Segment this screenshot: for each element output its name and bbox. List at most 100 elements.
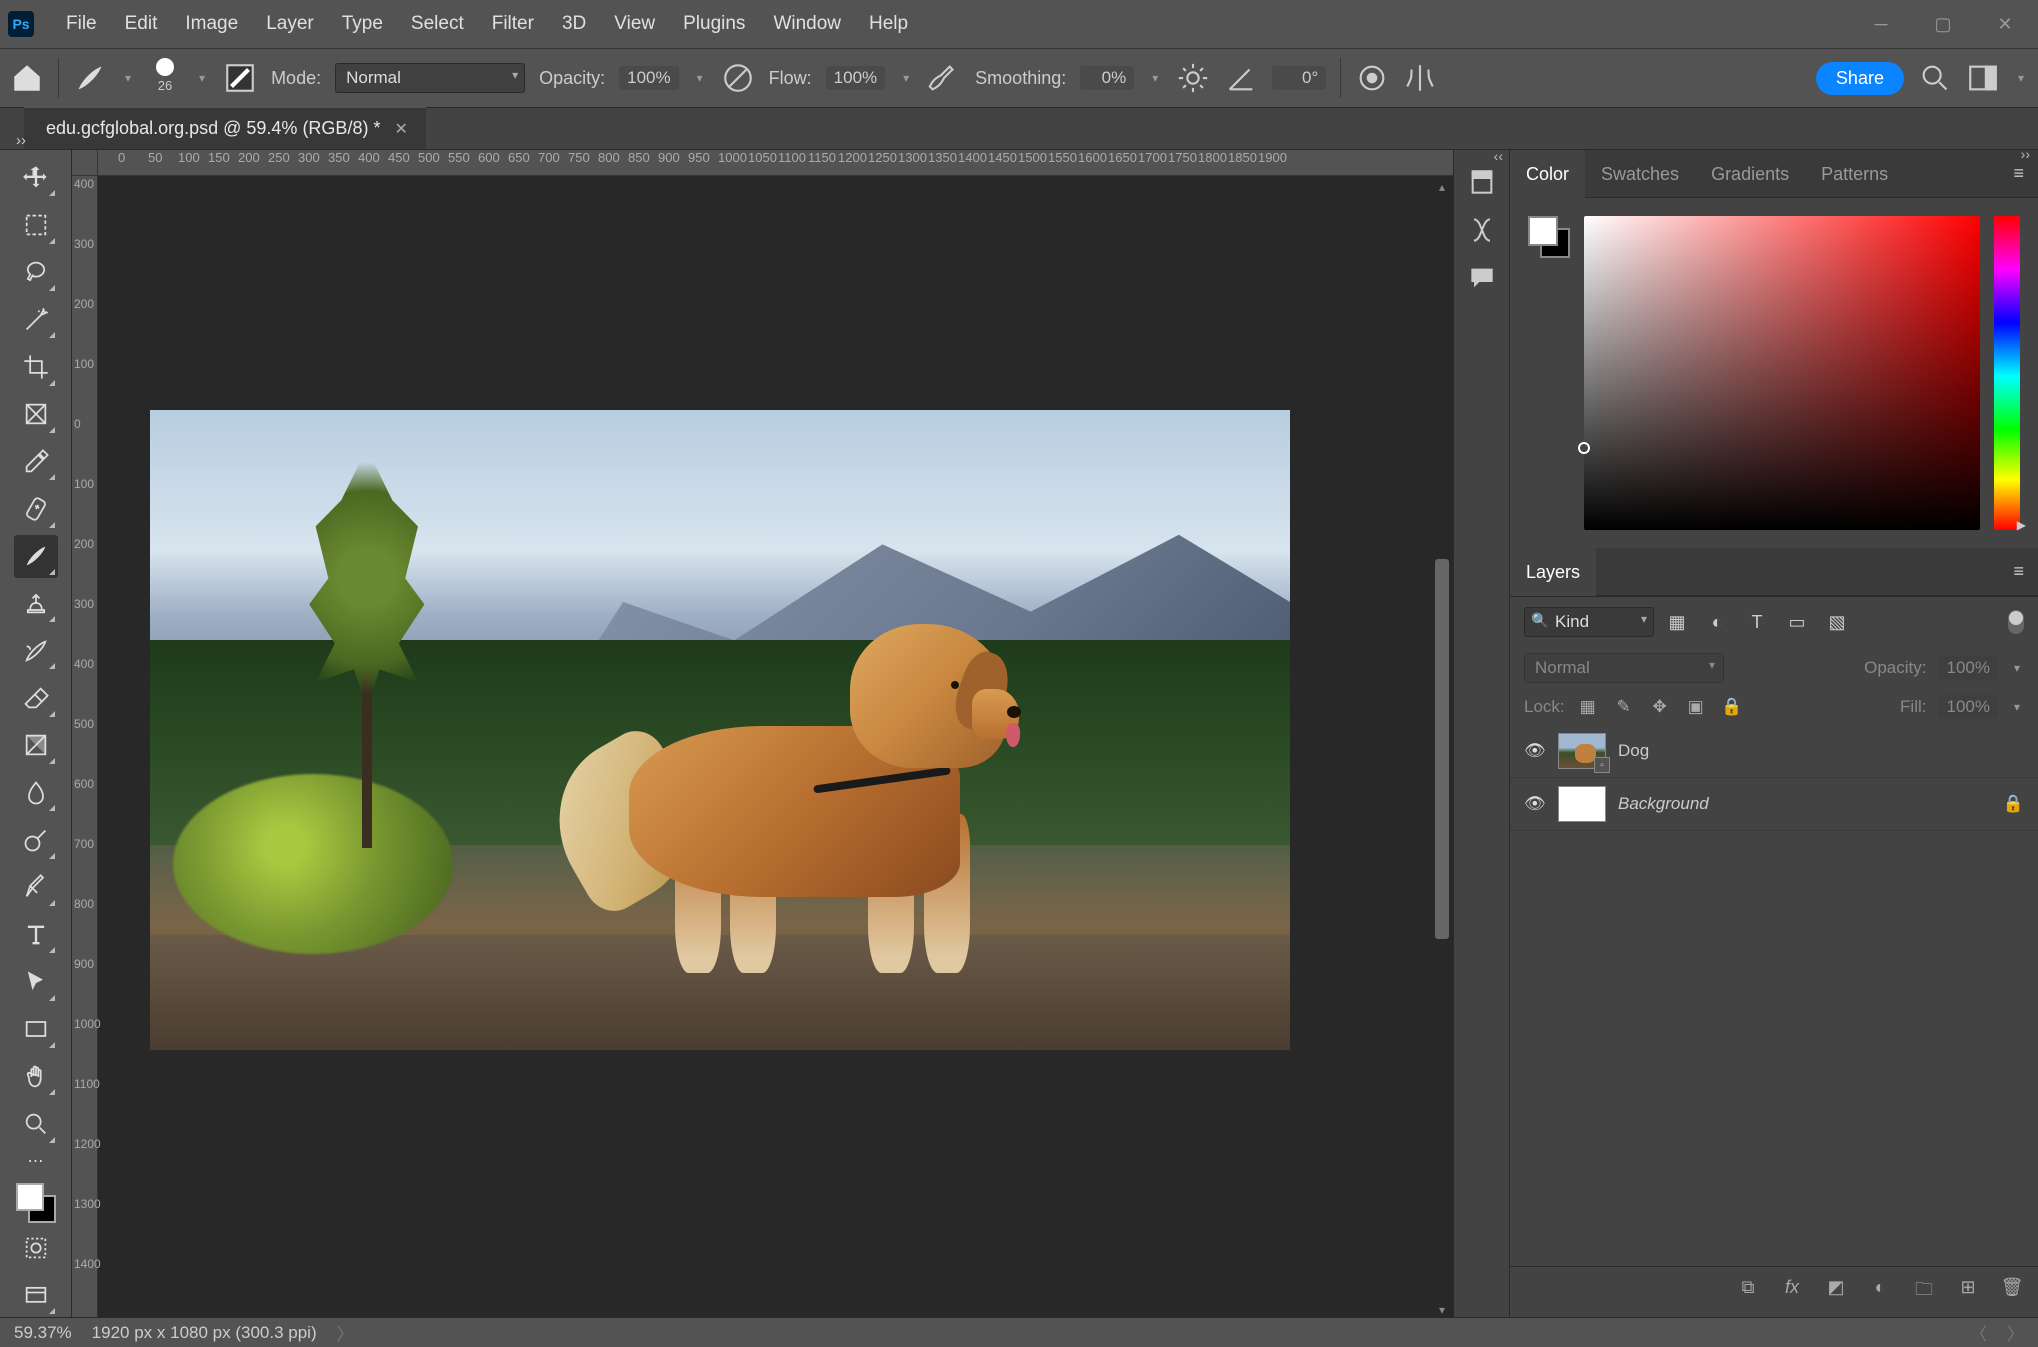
dodge-tool-icon[interactable] (14, 818, 58, 861)
menu-window[interactable]: Window (759, 0, 855, 48)
panel-foreground-color-swatch[interactable] (1528, 216, 1558, 246)
scroll-up-icon[interactable]: ▴ (1439, 180, 1445, 194)
ruler-origin[interactable] (72, 150, 98, 176)
hue-slider[interactable] (1994, 216, 2020, 530)
layer-opacity-value[interactable]: 100% (1938, 656, 1997, 680)
lock-transparency-icon[interactable]: ▦ (1577, 697, 1599, 717)
zoom-tool-icon[interactable] (14, 1102, 58, 1145)
screen-mode-icon[interactable] (14, 1274, 58, 1317)
adjustment-layer-icon[interactable]: ◐ (1868, 1277, 1892, 1307)
search-icon[interactable] (1918, 61, 1952, 95)
ruler-vertical[interactable]: 400 300 200 100 0 100 200 300 400 500 60… (72, 176, 98, 1317)
share-button[interactable]: Share (1816, 62, 1904, 95)
history-panel-icon[interactable] (1466, 166, 1498, 198)
filter-smartobject-icon[interactable]: ▧ (1824, 612, 1850, 633)
hand-tool-icon[interactable] (14, 1055, 58, 1098)
document-canvas[interactable] (150, 410, 1290, 1050)
lock-position-icon[interactable]: ✥ (1649, 697, 1671, 717)
brush-preset-caret-icon[interactable]: ▾ (195, 71, 209, 85)
layer-blend-mode-dropdown[interactable]: Normal (1524, 653, 1724, 683)
menu-image[interactable]: Image (171, 0, 252, 48)
tab-patterns[interactable]: Patterns (1805, 150, 1904, 198)
layer-fill-caret-icon[interactable]: ▾ (2010, 700, 2024, 714)
tab-gradients[interactable]: Gradients (1695, 150, 1805, 198)
menu-filter[interactable]: Filter (478, 0, 548, 48)
tab-color[interactable]: Color (1510, 150, 1585, 198)
flow-value[interactable]: 100% (826, 66, 885, 90)
layer-group-icon[interactable]: 🗀 (1912, 1277, 1936, 1307)
filter-adjustment-icon[interactable]: ◐ (1704, 612, 1730, 633)
canvas-area[interactable]: 0501001502002503003504004505005506006507… (72, 150, 1453, 1317)
menu-file[interactable]: File (52, 0, 111, 48)
gradient-tool-icon[interactable] (14, 724, 58, 767)
menu-layer[interactable]: Layer (252, 0, 328, 48)
layer-visibility-icon[interactable]: 👁 (1524, 794, 1546, 814)
layer-thumbnail[interactable] (1558, 786, 1606, 822)
menu-plugins[interactable]: Plugins (669, 0, 759, 48)
workspace-caret-icon[interactable]: ▾ (2014, 71, 2028, 85)
smoothing-options-gear-icon[interactable] (1176, 61, 1210, 95)
layer-name[interactable]: Dog (1618, 741, 1649, 761)
foreground-color-swatch[interactable] (16, 1183, 44, 1211)
menu-type[interactable]: Type (328, 0, 397, 48)
scroll-down-icon[interactable]: ▾ (1439, 1303, 1445, 1317)
smoothing-caret-icon[interactable]: ▾ (1148, 71, 1162, 85)
layer-mask-icon[interactable]: ◩ (1824, 1277, 1848, 1307)
menu-3d[interactable]: 3D (548, 0, 600, 48)
flow-caret-icon[interactable]: ▾ (899, 71, 913, 85)
angle-value[interactable]: 0° (1272, 66, 1326, 90)
brush-settings-icon[interactable] (223, 61, 257, 95)
comments-panel-icon[interactable] (1466, 262, 1498, 294)
eraser-tool-icon[interactable] (14, 676, 58, 719)
tab-layers[interactable]: Layers (1510, 548, 1596, 596)
pressure-opacity-icon[interactable] (721, 61, 755, 95)
lock-artboard-icon[interactable]: ▣ (1685, 697, 1707, 717)
opacity-value[interactable]: 100% (619, 66, 678, 90)
history-brush-tool-icon[interactable] (14, 629, 58, 672)
color-fgbg-swatch[interactable] (1528, 216, 1570, 258)
delete-layer-icon[interactable]: 🗑 (2000, 1277, 2024, 1307)
document-tab[interactable]: edu.gcfglobal.org.psd @ 59.4% (RGB/8) * … (24, 106, 426, 149)
pressure-size-icon[interactable] (1355, 61, 1389, 95)
smoothing-value[interactable]: 0% (1080, 66, 1134, 90)
layer-opacity-caret-icon[interactable]: ▾ (2010, 661, 2024, 675)
brush-tool-icon[interactable] (14, 535, 58, 578)
blend-mode-dropdown[interactable]: Normal (335, 63, 525, 93)
brush-preset-picker[interactable]: 26 (149, 58, 181, 98)
ruler-horizontal[interactable]: 0501001502002503003504004505005506006507… (98, 150, 1453, 176)
brush-tool-icon[interactable] (73, 61, 107, 95)
edit-toolbar-icon[interactable]: ⋯ (14, 1150, 58, 1174)
layer-filter-kind-dropdown[interactable]: Kind (1524, 607, 1654, 637)
collapse-strip-icon[interactable]: ‹‹ (1494, 148, 1503, 164)
layer-style-icon[interactable]: fx (1780, 1277, 1804, 1307)
expand-toolbar-icon[interactable]: ›› (16, 132, 26, 149)
opacity-caret-icon[interactable]: ▾ (693, 71, 707, 85)
vertical-scrollbar[interactable]: ▴ ▾ (1433, 180, 1451, 1317)
marquee-tool-icon[interactable] (14, 203, 58, 246)
window-minimize-icon[interactable]: ─ (1866, 14, 1896, 34)
layer-row[interactable]: 👁 ▫ Dog (1510, 725, 2038, 778)
tab-swatches[interactable]: Swatches (1585, 150, 1695, 198)
layers-panel-menu-icon[interactable]: ≡ (1999, 561, 2038, 582)
color-field[interactable] (1584, 216, 1980, 530)
menu-view[interactable]: View (600, 0, 669, 48)
type-tool-icon[interactable] (14, 913, 58, 956)
window-maximize-icon[interactable]: ▢ (1928, 14, 1958, 34)
color-picker-cursor-icon[interactable] (1578, 442, 1590, 454)
clone-stamp-tool-icon[interactable] (14, 582, 58, 625)
close-tab-icon[interactable]: ✕ (394, 119, 407, 139)
filter-type-icon[interactable]: T (1744, 612, 1770, 633)
layer-row[interactable]: 👁 Background 🔒 (1510, 778, 2038, 831)
rectangle-tool-icon[interactable] (14, 1008, 58, 1051)
layer-name[interactable]: Background (1618, 794, 1709, 814)
document-dimensions[interactable]: 1920 px x 1080 px (300.3 ppi) (92, 1323, 317, 1343)
eyedropper-tool-icon[interactable] (14, 440, 58, 483)
lasso-tool-icon[interactable] (14, 251, 58, 294)
frame-tool-icon[interactable] (14, 393, 58, 436)
properties-panel-icon[interactable] (1466, 214, 1498, 246)
crop-tool-icon[interactable] (14, 345, 58, 388)
home-icon[interactable] (10, 61, 44, 95)
zoom-level[interactable]: 59.37% (14, 1323, 72, 1343)
layer-list[interactable]: 👁 ▫ Dog 👁 Background 🔒 (1510, 725, 2038, 1266)
layer-visibility-icon[interactable]: 👁 (1524, 741, 1546, 761)
